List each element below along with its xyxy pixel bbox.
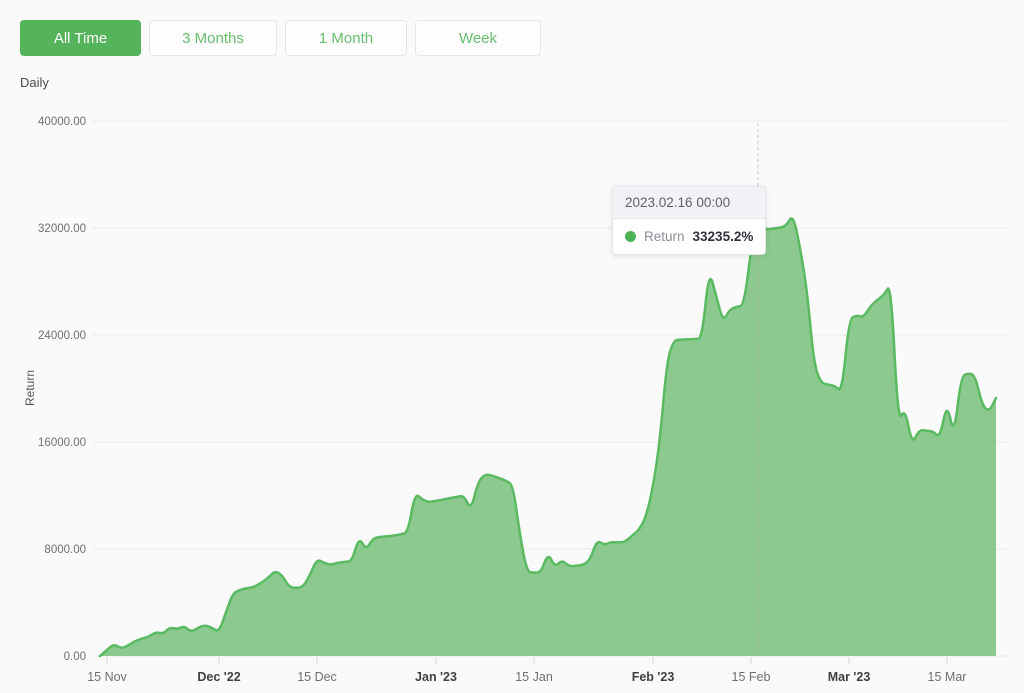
x-tick-label: Jan '23	[415, 670, 457, 684]
area-fill	[100, 218, 996, 656]
return-area-chart[interactable]: 0.00 8000.00 16000.00 24000.00 32000.00 40000…	[0, 0, 1024, 693]
y-tick-label: 32000.00	[38, 223, 86, 235]
y-tick-label: 24000.00	[38, 330, 86, 342]
series-dot-icon	[625, 231, 636, 242]
y-tick-label: 40000.00	[38, 116, 86, 128]
x-tick-label: 15 Mar	[928, 670, 967, 684]
y-tick-label: 16000.00	[38, 437, 86, 449]
tooltip-value: 33235.2%	[693, 229, 754, 244]
tooltip-series-label: Return	[644, 229, 685, 244]
tooltip-body: Return 33235.2%	[613, 219, 765, 254]
x-tick-label: 15 Jan	[515, 670, 553, 684]
x-tick-label: 15 Nov	[87, 670, 127, 684]
tooltip-date: 2023.02.16 00:00	[613, 187, 765, 219]
x-tick-label: 15 Dec	[297, 670, 337, 684]
chart-tooltip: 2023.02.16 00:00 Return 33235.2%	[612, 186, 766, 255]
y-tick-label: 8000.00	[44, 544, 86, 556]
performance-page: All Time3 Months1 MonthWeek Daily Return…	[0, 0, 1024, 693]
x-tick-label: 15 Feb	[732, 670, 771, 684]
y-tick-label: 0.00	[64, 651, 86, 663]
x-tick-label: Feb '23	[632, 670, 675, 684]
x-tick-label: Dec '22	[197, 670, 240, 684]
x-tick-label: Mar '23	[828, 670, 871, 684]
